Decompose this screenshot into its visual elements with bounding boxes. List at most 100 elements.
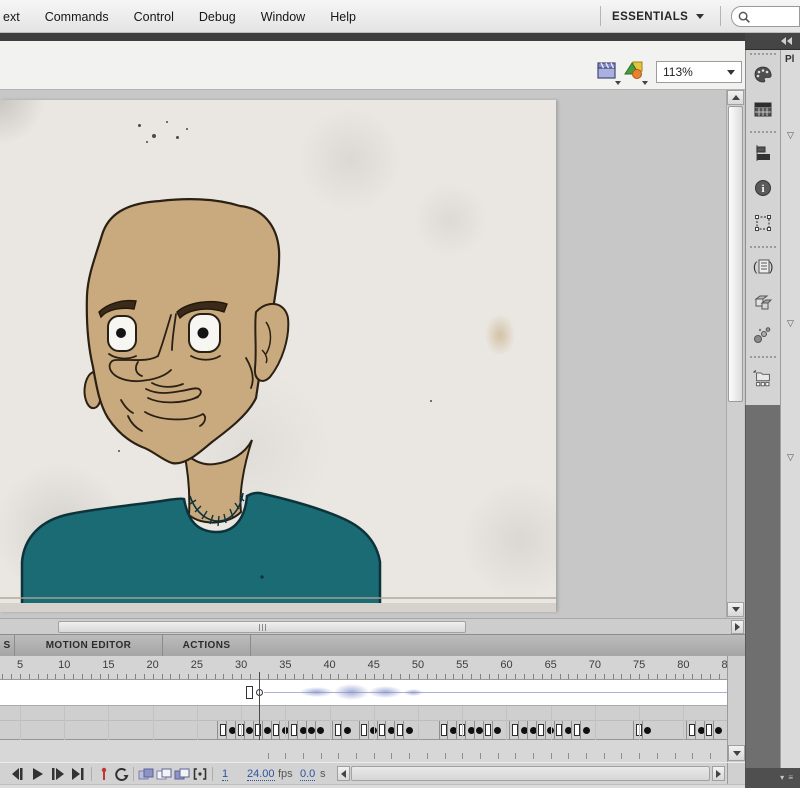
- play-button[interactable]: [28, 766, 46, 782]
- free-transform-icon[interactable]: [752, 210, 774, 236]
- step-forward-button[interactable]: [48, 766, 66, 782]
- keyframe-marker[interactable]: [583, 727, 590, 734]
- window-divider-strip: [0, 33, 800, 41]
- timeline-scroll-right-button[interactable]: [712, 766, 725, 781]
- sound-keyframe-marker[interactable]: [246, 686, 253, 699]
- stage-vertical-scrollbar[interactable]: [726, 90, 744, 618]
- edit-multiple-frames-button[interactable]: [173, 766, 191, 782]
- swatches-icon[interactable]: [752, 97, 774, 123]
- components-icon[interactable]: [752, 289, 774, 315]
- ruler-tick: [480, 674, 481, 679]
- span-end-marker[interactable]: [574, 724, 580, 736]
- tab-actions[interactable]: ACTIONS: [163, 635, 251, 656]
- menu-item-commands[interactable]: Commands: [44, 8, 110, 26]
- arrow-down-icon: [733, 751, 741, 756]
- align-icon[interactable]: [752, 140, 774, 166]
- elapsed-time-value[interactable]: 0.0: [300, 768, 315, 781]
- frame-cell-divider: [554, 721, 555, 739]
- center-frame-button[interactable]: [95, 766, 113, 782]
- edit-scene-button[interactable]: [595, 59, 621, 85]
- keyframe-marker[interactable]: [406, 727, 413, 734]
- menu-item-debug[interactable]: Debug: [198, 8, 237, 26]
- timeline-sound-layer-row[interactable]: [0, 680, 727, 706]
- scroll-up-button[interactable]: [727, 90, 744, 105]
- span-end-marker[interactable]: [397, 724, 403, 736]
- ruler-tick: [621, 674, 622, 679]
- scroll-down-button[interactable]: [728, 745, 745, 761]
- section-collapse-icon[interactable]: ▽: [787, 452, 794, 463]
- stage-horizontal-scrollbar[interactable]: [0, 618, 745, 634]
- dock-collapse-bar[interactable]: [745, 33, 800, 50]
- scroll-right-button[interactable]: [731, 620, 744, 634]
- tab-motion-editor[interactable]: MOTION EDITOR: [15, 635, 163, 656]
- stage-pasteboard[interactable]: [0, 90, 745, 618]
- span-end-marker[interactable]: [335, 724, 341, 736]
- span-end-marker[interactable]: [689, 724, 695, 736]
- timeline-scroll-left-button[interactable]: [337, 766, 350, 781]
- loop-playback-button[interactable]: [112, 766, 130, 782]
- span-end-marker[interactable]: [538, 724, 544, 736]
- keyframe-marker[interactable]: [344, 727, 351, 734]
- motion-presets-icon[interactable]: [752, 322, 774, 348]
- frame-tick: [285, 753, 286, 759]
- timeline-ruler[interactable]: 510152025303540455055606570758085: [0, 656, 727, 680]
- section-collapse-icon[interactable]: ▽: [787, 130, 794, 141]
- go-to-first-frame-button[interactable]: [8, 766, 26, 782]
- ruler-tick: [144, 674, 145, 679]
- timeline-playhead[interactable]: [259, 672, 261, 740]
- code-snippets-icon[interactable]: ( ): [752, 254, 774, 280]
- panel-resize-grip-icon[interactable]: ▾ ≡: [780, 773, 794, 782]
- onion-skin-button[interactable]: [137, 766, 155, 782]
- span-end-marker[interactable]: [220, 724, 226, 736]
- frame-tick: [356, 753, 357, 759]
- span-end-marker[interactable]: [485, 724, 491, 736]
- timeline-vertical-scrollbar[interactable]: [727, 656, 745, 762]
- current-frame-value[interactable]: 1: [222, 768, 228, 781]
- menu-item-window[interactable]: Window: [260, 8, 306, 26]
- dock-grip[interactable]: [750, 356, 776, 359]
- ruler-tick: [91, 674, 92, 679]
- span-end-marker[interactable]: [273, 724, 279, 736]
- modify-markers-icon: [192, 766, 208, 782]
- color-palette-icon[interactable]: [752, 62, 774, 88]
- stage-canvas[interactable]: [0, 100, 556, 612]
- span-end-marker[interactable]: [379, 724, 385, 736]
- stage-vertical-scroll-thumb[interactable]: [728, 106, 743, 402]
- menu-item-help[interactable]: Help: [329, 8, 357, 26]
- zoom-level-dropdown[interactable]: 113%: [656, 61, 742, 83]
- paper-speck: [186, 128, 188, 130]
- dock-grip[interactable]: [750, 131, 776, 134]
- workspace-switcher[interactable]: ESSENTIALS: [612, 0, 704, 33]
- span-end-marker[interactable]: [291, 724, 297, 736]
- ruler-tick: [613, 674, 614, 679]
- modify-markers-button[interactable]: [191, 766, 209, 782]
- span-end-marker[interactable]: [556, 724, 562, 736]
- project-icon[interactable]: [752, 365, 774, 391]
- span-end-marker[interactable]: [512, 724, 518, 736]
- info-icon[interactable]: i: [752, 175, 774, 201]
- dock-grip[interactable]: [750, 53, 776, 56]
- section-collapse-icon[interactable]: ▽: [787, 318, 794, 329]
- tab-partial[interactable]: S: [0, 635, 15, 656]
- onion-skin-outlines-button[interactable]: [155, 766, 173, 782]
- scroll-down-button[interactable]: [727, 602, 744, 617]
- menu-item-control[interactable]: Control: [133, 8, 175, 26]
- span-end-marker[interactable]: [361, 724, 367, 736]
- edit-symbols-button[interactable]: [622, 59, 648, 85]
- search-input[interactable]: [731, 6, 800, 27]
- menu-item-ext[interactable]: ext: [2, 8, 21, 26]
- timeline-below-layers-area[interactable]: [0, 740, 727, 762]
- keyframe-marker[interactable]: [715, 727, 722, 734]
- frame-rate-value[interactable]: 24.00: [247, 768, 275, 781]
- go-to-end-button[interactable]: [68, 766, 86, 782]
- timeline-horizontal-scroll-thumb[interactable]: [351, 766, 710, 781]
- stage-horizontal-scroll-thumb[interactable]: [58, 621, 466, 633]
- sound-waveform: [404, 689, 423, 696]
- span-end-marker[interactable]: [441, 724, 447, 736]
- keyframe-marker[interactable]: [494, 727, 501, 734]
- sound-waveform: [300, 687, 333, 697]
- keyframe-marker[interactable]: [317, 727, 324, 734]
- keyframe-marker[interactable]: [644, 727, 651, 734]
- dock-grip[interactable]: [750, 246, 776, 249]
- span-end-marker[interactable]: [706, 724, 712, 736]
